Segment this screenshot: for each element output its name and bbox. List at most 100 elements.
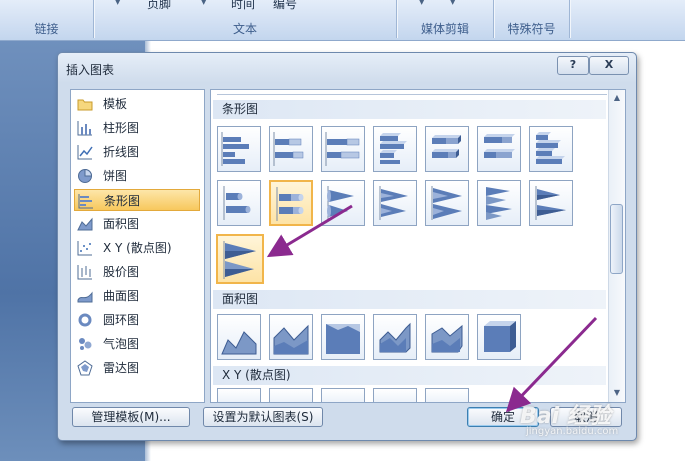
- scrollbar-thumb[interactable]: [610, 204, 623, 274]
- chart-subtype-thumb[interactable]: [321, 314, 365, 360]
- dropdown-caret-icon[interactable]: ▼: [115, 0, 120, 6]
- 3d-percent-bar-icon: [484, 134, 515, 158]
- 3d-stacked-area-icon: [431, 324, 463, 353]
- stacked-cone-bar-icon: [379, 186, 408, 220]
- chart-subtype-thumb[interactable]: [529, 180, 573, 226]
- chart-type-label: 柱形图: [103, 121, 140, 135]
- chart-subtype-thumb[interactable]: [477, 314, 521, 360]
- close-button[interactable]: X: [589, 56, 629, 75]
- chart-subtype-thumb[interactable]: [321, 180, 365, 226]
- chart-type-label: 折线图: [103, 145, 140, 159]
- vertical-scrollbar[interactable]: ▲ ▼: [608, 90, 625, 402]
- chart-subtype-thumb[interactable]: [321, 126, 365, 172]
- chart-subtype-thumb[interactable]: [217, 314, 261, 360]
- chart-subtype-thumb[interactable]: [425, 180, 469, 226]
- 3d-stacked-bar-icon: [432, 135, 461, 158]
- 3d-clustered-bar-icon: [380, 133, 407, 164]
- dialog-title: 插入图表: [66, 63, 115, 77]
- surface-chart-icon: [77, 291, 93, 303]
- chart-type-label: 雷达图: [103, 361, 140, 375]
- scatter-chart-icon: [77, 241, 92, 256]
- 3d-percent-area-icon: [484, 321, 516, 352]
- chart-type-bubble[interactable]: 气泡图: [74, 333, 200, 355]
- stock-chart-icon: [77, 265, 92, 280]
- help-button[interactable]: ?: [557, 56, 589, 75]
- ribbon-item-footer[interactable]: 页脚: [147, 0, 171, 12]
- chart-subtype-thumb-selected[interactable]: [269, 180, 313, 226]
- chart-subtype-thumb[interactable]: [477, 126, 521, 172]
- dropdown-caret-icon[interactable]: ▼: [419, 0, 424, 6]
- chart-subtype-thumb[interactable]: [217, 126, 261, 172]
- chart-type-radar[interactable]: 雷达图: [74, 357, 200, 379]
- chart-subtype-thumb[interactable]: [425, 126, 469, 172]
- chart-type-scatter[interactable]: X Y (散点图): [74, 237, 200, 259]
- ribbon-item-number[interactable]: 编号: [273, 0, 297, 12]
- chart-subtype-thumb-selected[interactable]: [216, 234, 264, 284]
- ribbon-group-links: 链接: [34, 22, 59, 36]
- ribbon-separator: [569, 0, 570, 38]
- cylinder-bar-icon: [223, 186, 251, 220]
- chart-subtype-thumb[interactable]: [269, 388, 313, 402]
- chart-type-line[interactable]: 折线图: [74, 141, 200, 163]
- chart-subtype-thumb[interactable]: [269, 126, 313, 172]
- chart-subtype-thumb[interactable]: [529, 126, 573, 172]
- chart-type-label: 圆环图: [103, 313, 140, 327]
- ribbon-group-text: 文本: [232, 22, 257, 36]
- stacked-area-icon: [273, 324, 309, 355]
- watermark-url: jingyan.baidu.com: [526, 426, 619, 437]
- pie-chart-icon: [78, 168, 93, 183]
- chart-subtype-thumb[interactable]: [217, 180, 261, 226]
- chart-type-label: 曲面图: [103, 289, 140, 303]
- chart-type-stock[interactable]: 股价图: [74, 261, 200, 283]
- area-icon: [221, 331, 257, 355]
- dropdown-caret-icon[interactable]: ▼: [450, 0, 455, 6]
- clustered-bar-icon: [221, 132, 249, 166]
- set-default-chart-button[interactable]: 设置为默认图表(S): [203, 407, 323, 427]
- bubble-chart-icon: [79, 338, 92, 350]
- close-icon: X: [604, 58, 614, 71]
- chart-type-list[interactable]: 模板 柱形图 折线图 饼图 条形图 面积图 X Y (散点图) 股价图 曲面图 …: [70, 89, 205, 403]
- chart-subtype-gallery[interactable]: 条形图 面积图 X Y (散点图) ▲ ▼: [210, 89, 626, 403]
- pyramid-bar-icon: [223, 241, 256, 279]
- cone-bar-icon: [327, 186, 354, 220]
- section-header-bar: 条形图: [213, 100, 606, 119]
- chart-subtype-thumb[interactable]: [477, 180, 521, 226]
- area-chart-icon: [77, 217, 93, 231]
- chart-subtype-thumb[interactable]: [373, 126, 417, 172]
- percent-stacked-bar-icon: [325, 132, 360, 166]
- chart-type-bar[interactable]: 条形图: [74, 189, 200, 211]
- chart-type-area[interactable]: 面积图: [74, 213, 200, 235]
- chart-subtype-thumb[interactable]: [425, 388, 469, 402]
- chart-subtype-thumb[interactable]: [425, 314, 469, 360]
- scroll-down-icon[interactable]: ▼: [611, 387, 623, 399]
- 3d-bar-icon: [536, 132, 565, 164]
- chart-subtype-thumb[interactable]: [373, 388, 417, 402]
- chart-type-pie[interactable]: 饼图: [74, 165, 200, 187]
- section-header-scatter: X Y (散点图): [213, 366, 606, 385]
- section-header-area: 面积图: [213, 290, 606, 309]
- bar-chart-icon: [78, 194, 93, 209]
- chart-type-column[interactable]: 柱形图: [74, 117, 200, 139]
- chart-type-label: 气泡图: [103, 337, 140, 351]
- chart-type-label: 条形图: [104, 194, 141, 208]
- radar-chart-icon: [77, 360, 93, 376]
- chart-type-label: 饼图: [103, 169, 128, 183]
- percent-cone-bar-icon: [431, 186, 462, 220]
- chart-subtype-thumb[interactable]: [373, 180, 417, 226]
- chart-subtype-thumb[interactable]: [217, 388, 261, 402]
- chart-type-label: 股价图: [103, 265, 140, 279]
- chart-type-templates[interactable]: 模板: [74, 93, 200, 115]
- chart-subtype-thumb[interactable]: [269, 314, 313, 360]
- dropdown-caret-icon[interactable]: ▼: [201, 0, 206, 6]
- manage-templates-button[interactable]: 管理模板(M)...: [72, 407, 190, 427]
- chart-subtype-thumb[interactable]: [321, 388, 365, 402]
- chart-type-doughnut[interactable]: 圆环图: [74, 309, 200, 331]
- chart-type-surface[interactable]: 曲面图: [74, 285, 200, 307]
- 3d-pyramid-bar-icon: [535, 186, 566, 220]
- scroll-up-icon[interactable]: ▲: [611, 92, 623, 104]
- ribbon-item-time[interactable]: 时间: [231, 0, 255, 12]
- chart-subtype-thumb[interactable]: [373, 314, 417, 360]
- previous-section-edge: [217, 90, 607, 95]
- insert-chart-dialog: 插入图表 ? X 模板 柱形图 折线图 饼图 条形图 面积图 X Y (散点图)…: [57, 52, 637, 441]
- dialog-title-bar[interactable]: 插入图表 ? X: [58, 53, 636, 83]
